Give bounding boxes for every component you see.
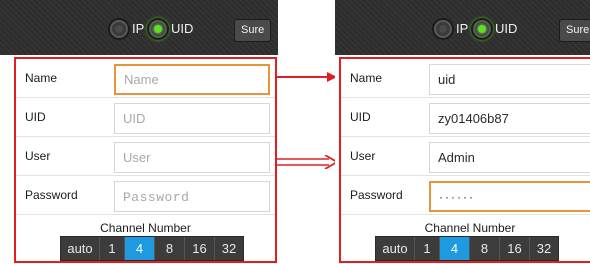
channel-8-button[interactable]: 8 (155, 237, 185, 260)
name-label: Name (25, 71, 58, 85)
user-label: User (350, 149, 376, 163)
uid-radio-button[interactable] (147, 18, 169, 40)
channel-number-title: Channel Number (424, 221, 516, 235)
password-label: Password (25, 188, 78, 202)
password-label: Password (350, 188, 403, 202)
name-input[interactable] (429, 64, 590, 95)
user-label: User (25, 149, 51, 163)
device-form-frame: Name UID User Password Channel Number au… (339, 57, 590, 263)
channel-number-title: Channel Number (100, 221, 191, 235)
password-row: Password (341, 176, 590, 215)
device-form-frame: Name UID User Password Channel Number au… (14, 57, 277, 263)
double-arrow-right-icon (277, 155, 339, 169)
right-screen: IP UID Sure Name UID User Password Chann… (335, 0, 590, 264)
uid-input[interactable] (114, 103, 270, 134)
uid-radio-label: UID (495, 21, 518, 36)
ip-radio-label: IP (132, 21, 145, 36)
channel-32-button[interactable]: 32 (530, 237, 558, 260)
channel-auto-button[interactable]: auto (61, 237, 100, 260)
radio-dot-icon (478, 25, 486, 33)
ip-radio-button[interactable] (432, 18, 454, 40)
password-input[interactable] (429, 181, 590, 212)
user-input[interactable] (429, 142, 590, 173)
left-screen: IP UID Sure Name UID User Password Chann… (0, 0, 278, 264)
arrow-right-icon (277, 72, 337, 82)
channel-selector: auto 1 4 8 16 32 (375, 236, 559, 261)
uid-row: UID (16, 98, 275, 137)
channel-32-button[interactable]: 32 (215, 237, 243, 260)
channel-selector: auto 1 4 8 16 32 (60, 236, 244, 261)
uid-row: UID (341, 98, 590, 137)
channel-16-button[interactable]: 16 (500, 237, 530, 260)
sure-button[interactable]: Sure (234, 19, 272, 42)
name-label: Name (350, 71, 383, 85)
uid-radio-button[interactable] (471, 18, 493, 40)
sure-button[interactable]: Sure (559, 19, 590, 42)
password-input[interactable] (114, 181, 270, 212)
channel-4-button[interactable]: 4 (440, 237, 470, 260)
radio-dot-icon (154, 25, 162, 33)
channel-8-button[interactable]: 8 (470, 237, 500, 260)
top-bar: IP UID Sure (0, 0, 278, 55)
name-row: Name (341, 59, 590, 98)
password-row: Password (16, 176, 275, 215)
channel-4-button[interactable]: 4 (125, 237, 155, 260)
name-input[interactable] (114, 64, 270, 95)
channel-1-button[interactable]: 1 (100, 237, 125, 260)
uid-radio-label: UID (171, 21, 194, 36)
channel-1-button[interactable]: 1 (415, 237, 440, 260)
ip-radio-button[interactable] (108, 18, 130, 40)
name-row: Name (16, 59, 275, 98)
user-row: User (16, 137, 275, 176)
top-bar: IP UID Sure (335, 0, 590, 55)
uid-label: UID (25, 110, 46, 124)
user-input[interactable] (114, 142, 270, 173)
channel-16-button[interactable]: 16 (185, 237, 215, 260)
radio-dot-icon (439, 25, 447, 33)
uid-label: UID (350, 110, 371, 124)
ip-radio-label: IP (456, 21, 469, 36)
channel-auto-button[interactable]: auto (376, 237, 415, 260)
radio-dot-icon (115, 25, 123, 33)
uid-input[interactable] (429, 103, 590, 134)
user-row: User (341, 137, 590, 176)
